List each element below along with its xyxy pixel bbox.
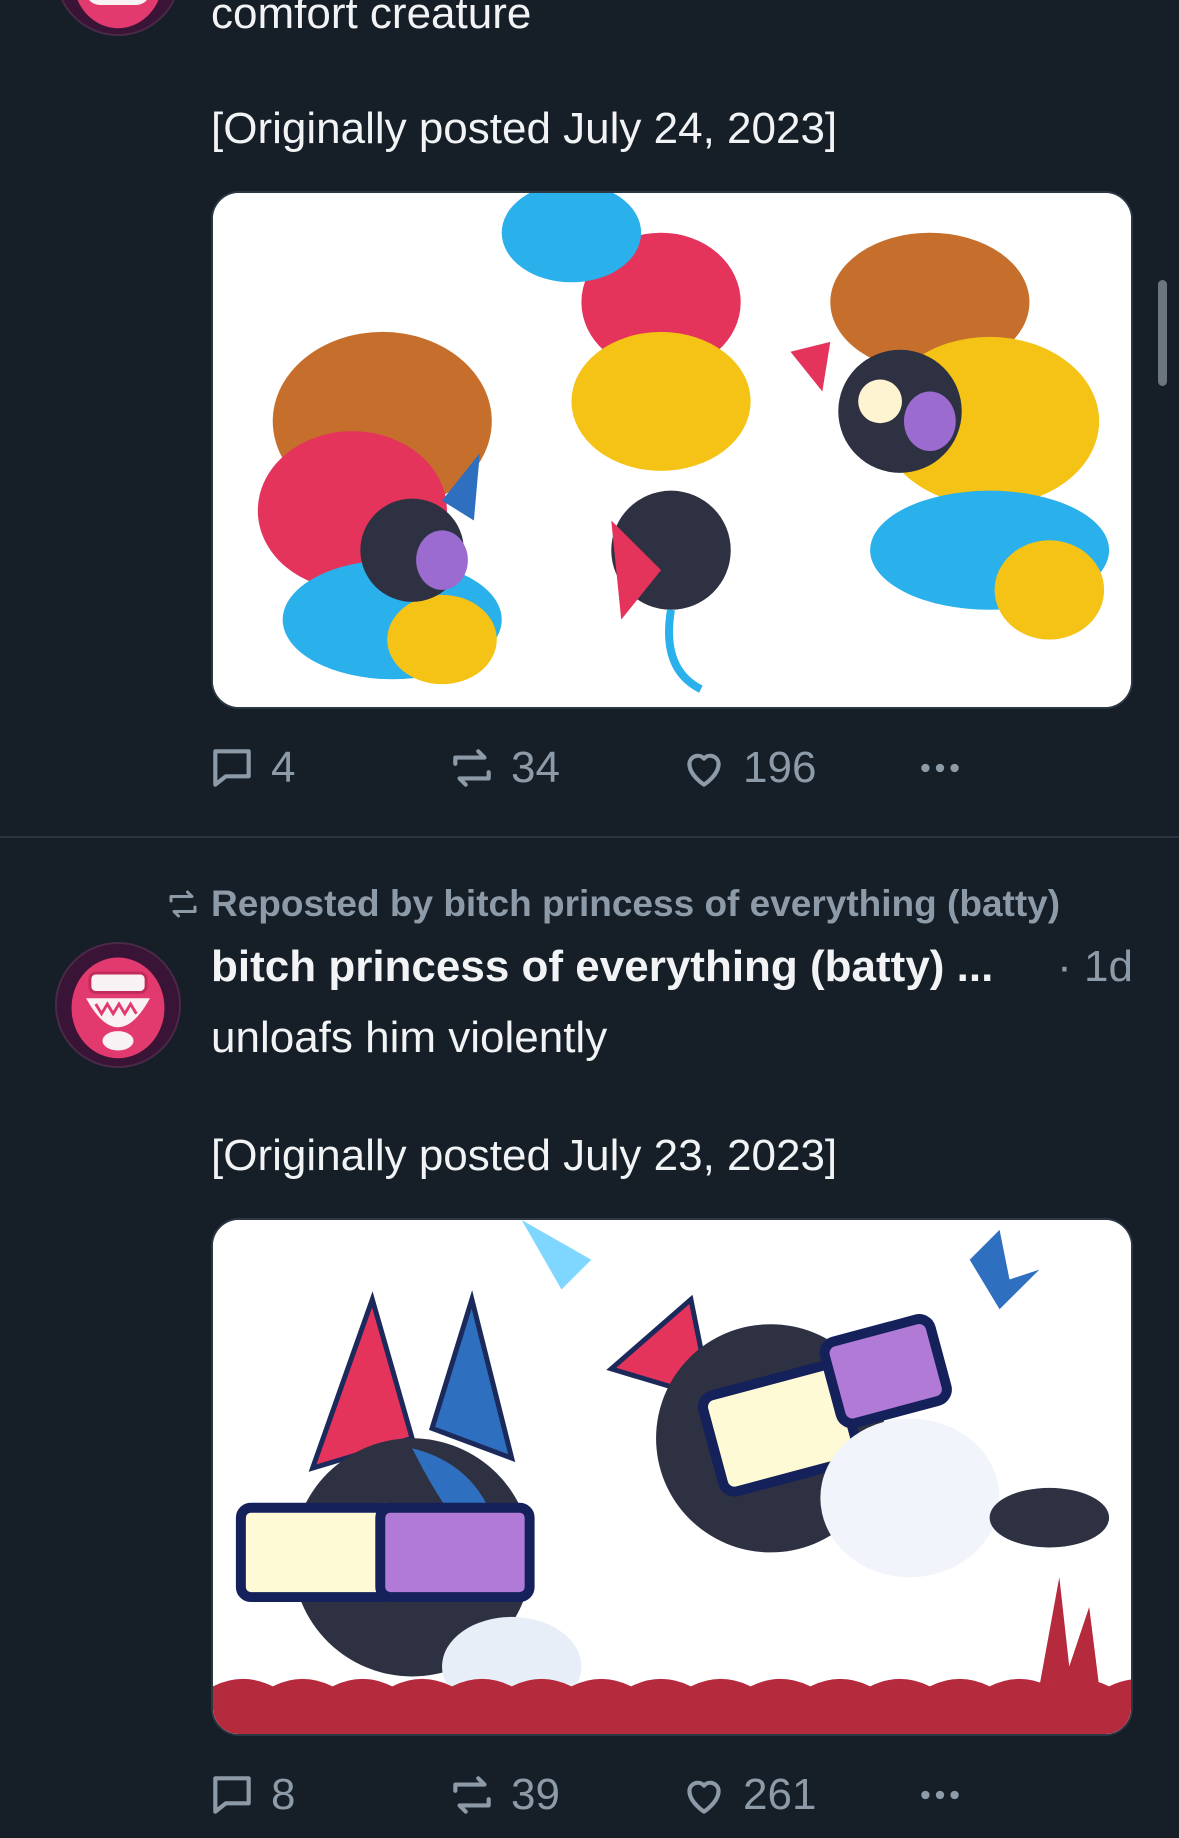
reply-bubble-icon [213,749,251,787]
repost-label: Reposted by bitch princess of everything… [211,883,1061,924]
feed: comfort creature [Originally posted July… [0,0,1179,1838]
post-timestamp[interactable]: · 1d [1057,942,1133,992]
post-text: comfort creature [211,0,532,38]
like-button[interactable]: 196 [679,738,816,798]
repost-count: 39 [511,1770,560,1819]
more-button[interactable] [915,1765,965,1825]
reply-button[interactable]: 4 [207,738,295,798]
artwork-unloaf-kick [213,1220,1131,1734]
author-avatar[interactable] [55,942,181,1068]
reply-count: 8 [271,1770,296,1819]
reply-bubble-icon [213,1776,251,1814]
post-divider [0,836,1179,838]
repost-button[interactable]: 39 [447,1765,560,1825]
author-avatar[interactable] [55,0,181,36]
heart-icon [687,753,721,787]
author-name[interactable]: bitch princess of everything (batty) ... [211,942,993,992]
reply-count: 4 [271,743,296,792]
post-actions: 8 39 261 [207,1765,1007,1825]
more-dots-icon [921,1790,959,1800]
like-button[interactable]: 261 [679,1765,816,1825]
original-date-note: [Originally posted July 24, 2023] [211,104,838,153]
post-text: unloafs him violently [211,1013,608,1062]
post-actions: 4 34 196 [207,738,1007,798]
more-dots-icon [921,763,959,773]
post-image[interactable] [211,191,1133,709]
repost-button[interactable]: 34 [447,738,560,798]
repost-arrows-icon [169,890,197,918]
artwork-loaf-pile [213,193,1131,707]
scrollbar-thumb[interactable] [1158,280,1167,386]
like-count: 196 [743,743,817,792]
repost-arrows-icon [453,1776,491,1814]
post-image[interactable] [211,1218,1133,1736]
repost-indicator[interactable]: Reposted by bitch princess of everything… [165,883,1060,925]
repost-arrows-icon [453,749,491,787]
reply-button[interactable]: 8 [207,1765,295,1825]
like-count: 261 [743,1770,817,1819]
more-button[interactable] [915,738,965,798]
heart-icon [687,1780,721,1814]
repost-count: 34 [511,743,560,792]
original-date-note: [Originally posted July 23, 2023] [211,1131,838,1180]
